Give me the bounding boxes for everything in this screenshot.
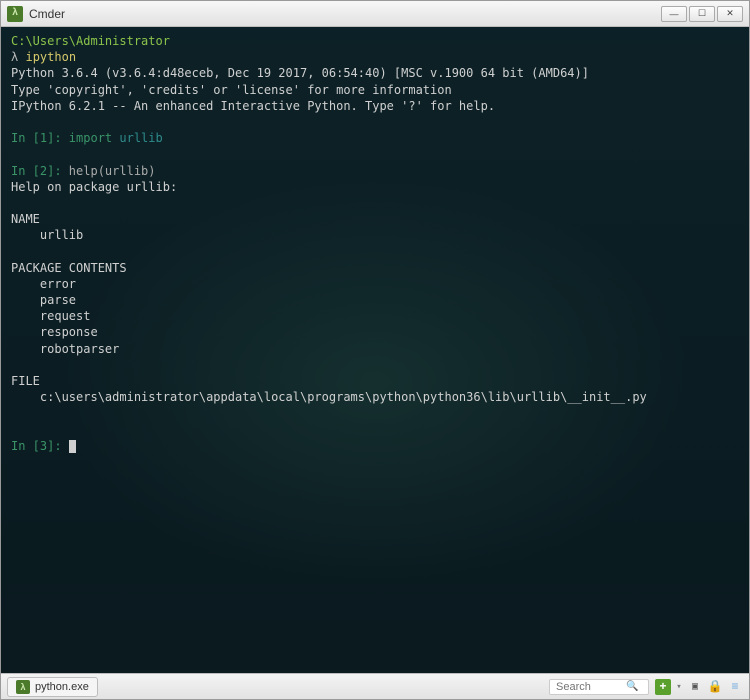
search-box[interactable]: 🔍	[549, 679, 649, 695]
pkg-item: error	[11, 276, 739, 292]
in1-prompt: In [1]:	[11, 131, 69, 145]
pkg-item: request	[11, 308, 739, 324]
status-icons: + ▾ ▣ 🔒 ≡	[655, 679, 743, 695]
app-window: λ Cmder — ☐ ✕ C:\Users\Administrator λ i…	[0, 0, 750, 700]
pkg-item: parse	[11, 292, 739, 308]
new-tab-button[interactable]: +	[655, 679, 671, 695]
prompt-lambda: λ	[11, 50, 18, 64]
cmder-icon: λ	[7, 6, 23, 22]
file-label: FILE	[11, 373, 739, 389]
name-value: urllib	[11, 227, 739, 243]
search-icon[interactable]: 🔍	[626, 681, 638, 693]
statusbar: λ python.exe 🔍 + ▾ ▣ 🔒 ≡	[1, 673, 749, 699]
pkg-item: response	[11, 324, 739, 340]
in1-module: urllib	[119, 131, 162, 145]
cursor	[69, 440, 76, 453]
ipython-line: IPython 6.2.1 -- An enhanced Interactive…	[11, 98, 739, 114]
lock-icon[interactable]: 🔒	[707, 679, 723, 695]
help-header: Help on package urllib:	[11, 179, 739, 195]
new-tab-dropdown-icon[interactable]: ▾	[675, 679, 683, 695]
search-input[interactable]	[556, 681, 626, 693]
name-label: NAME	[11, 211, 739, 227]
in2-prompt: In [2]:	[11, 164, 69, 178]
minimize-button[interactable]: —	[661, 6, 687, 22]
in1-import: import	[69, 131, 120, 145]
terminal-pane[interactable]: C:\Users\Administrator λ ipython Python …	[1, 27, 749, 673]
file-value: c:\users\administrator\appdata\local\pro…	[11, 389, 739, 405]
tab-python[interactable]: λ python.exe	[7, 677, 98, 697]
copyright-line: Type 'copyright', 'credits' or 'license'…	[11, 82, 739, 98]
maximize-button[interactable]: ☐	[689, 6, 715, 22]
tab-cmder-icon: λ	[16, 680, 30, 694]
tab-label: python.exe	[35, 681, 89, 693]
titlebar[interactable]: λ Cmder — ☐ ✕	[1, 1, 749, 27]
python-version-line: Python 3.6.4 (v3.6.4:d48eceb, Dec 19 201…	[11, 65, 739, 81]
typed-command: ipython	[25, 50, 76, 64]
in3-prompt: In [3]:	[11, 439, 69, 453]
pkg-label: PACKAGE CONTENTS	[11, 260, 739, 276]
in2-command: help(urllib)	[69, 164, 156, 178]
window-controls: — ☐ ✕	[661, 6, 743, 22]
tab-count-icon[interactable]: ▣	[687, 679, 703, 695]
pkg-item: robotparser	[11, 341, 739, 357]
close-button[interactable]: ✕	[717, 6, 743, 22]
window-title: Cmder	[29, 7, 655, 21]
menu-icon[interactable]: ≡	[727, 679, 743, 695]
prompt-path: C:\Users\Administrator	[11, 34, 170, 48]
